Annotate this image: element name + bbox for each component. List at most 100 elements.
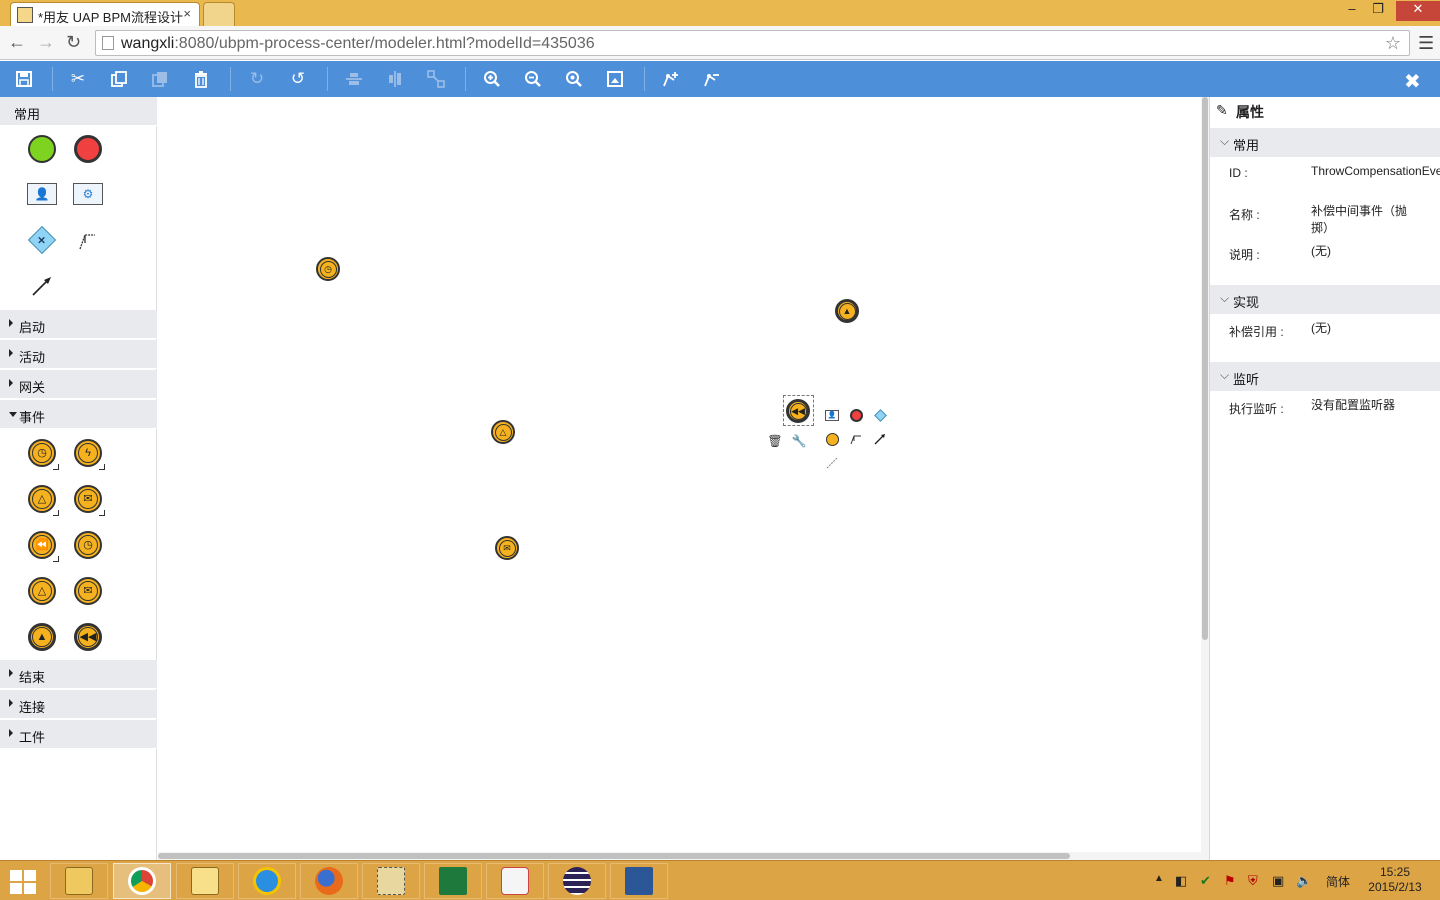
delete-icon[interactable] — [188, 67, 214, 91]
palette-group-artifact[interactable]: 工件 — [0, 720, 157, 749]
taskbar-java[interactable] — [486, 863, 544, 899]
signal-catch-event-tool[interactable]: △ — [25, 482, 59, 516]
canvas-horizontal-scrollbar[interactable] — [158, 852, 1201, 860]
signal-intermediate-event-tool[interactable]: △ — [25, 574, 59, 608]
append-connection-icon[interactable] — [848, 431, 864, 447]
append-user-task-icon[interactable]: 👤 — [824, 407, 840, 423]
cut-icon[interactable]: ✂ — [65, 67, 91, 91]
redo-icon[interactable]: ↻ — [244, 67, 270, 91]
browser-menu-icon[interactable]: ☰ — [1418, 33, 1434, 54]
start-button[interactable] — [10, 870, 36, 894]
service-task-tool[interactable]: ⚙ — [71, 177, 105, 211]
taskbar-clock[interactable]: 15:25 2015/2/13 — [1362, 865, 1428, 895]
start-event-tool[interactable] — [25, 132, 59, 166]
signal-throw-event-tool[interactable]: ▲ — [25, 620, 59, 654]
section-common[interactable]: ⌵ 常用 — [1210, 128, 1440, 157]
tray-flag-icon[interactable]: ⚑ — [1224, 873, 1236, 889]
save-icon[interactable] — [11, 67, 37, 91]
append-intermediate-event-icon[interactable] — [824, 431, 840, 447]
same-size-icon[interactable] — [423, 67, 449, 91]
remove-bendpoint-icon[interactable] — [699, 67, 725, 91]
tray-ime-label[interactable]: 简体 — [1326, 873, 1350, 890]
prop-comp-ref-value[interactable]: (无) — [1311, 320, 1440, 337]
compensation-throw-event-tool[interactable]: ◀◀ — [71, 620, 105, 654]
canvas-vertical-scrollbar[interactable] — [1201, 97, 1209, 860]
error-catch-event-tool[interactable]: ϟ — [71, 436, 105, 470]
align-vertical-icon[interactable] — [341, 67, 367, 91]
append-sequence-flow-icon[interactable] — [872, 431, 888, 447]
bookmark-star-icon[interactable]: ☆ — [1385, 33, 1401, 54]
append-association-icon[interactable] — [824, 455, 840, 471]
taskbar-ie[interactable] — [238, 863, 296, 899]
tray-shield-icon[interactable]: ⛨ — [1248, 873, 1258, 889]
palette-group-gateway[interactable]: 网关 — [0, 370, 157, 399]
zoom-in-icon[interactable] — [479, 67, 505, 91]
timer-intermediate-event-tool[interactable]: ◷ — [71, 528, 105, 562]
paste-icon[interactable] — [147, 67, 173, 91]
taskbar-mail[interactable] — [176, 863, 234, 899]
section-implementation[interactable]: ⌵ 实现 — [1210, 285, 1440, 314]
browser-tab-active[interactable]: *用友 UAP BPM流程设计 × — [10, 2, 200, 26]
prop-desc-value[interactable]: (无) — [1311, 243, 1440, 260]
taskbar-excel[interactable] — [424, 863, 482, 899]
zoom-out-icon[interactable] — [520, 67, 546, 91]
back-arrow-icon[interactable]: ← — [8, 32, 26, 53]
process-canvas[interactable]: ◷ ▲ △ ✉ ◀◀ 👤 🗑 🔧 — [158, 97, 1201, 860]
prop-exec-listener-value[interactable]: 没有配置监听器 — [1311, 397, 1440, 414]
taskbar-firefox[interactable] — [300, 863, 358, 899]
compensation-throw-event-node[interactable]: ◀◀ — [786, 399, 810, 423]
palette-group-event[interactable]: 事件 — [0, 400, 157, 429]
timer-event-node[interactable]: ◷ — [316, 257, 340, 281]
reload-icon[interactable]: ↻ — [66, 32, 81, 53]
section-listener[interactable]: ⌵ 监听 — [1210, 362, 1440, 391]
maximize-window-button[interactable]: ❐ — [1364, 1, 1392, 21]
url-input[interactable]: wangxli:8080/ubpm-process-center/modeler… — [95, 30, 1410, 56]
copy-icon[interactable] — [106, 67, 132, 91]
undo-icon[interactable]: ↺ — [285, 67, 311, 91]
end-event-tool[interactable] — [71, 132, 105, 166]
delete-node-icon[interactable]: 🗑 — [767, 433, 783, 449]
user-task-tool[interactable]: 👤 — [25, 177, 59, 211]
tray-app-icon[interactable]: ◧ — [1175, 873, 1187, 889]
palette-group-end[interactable]: 结束 — [0, 660, 157, 689]
exclusive-gateway-tool[interactable]: × — [25, 223, 59, 257]
close-window-button[interactable]: ✕ — [1396, 1, 1440, 21]
morph-wrench-icon[interactable]: 🔧 — [791, 433, 807, 449]
message-event-node[interactable]: ✉ — [495, 536, 519, 560]
palette-group-start[interactable]: 启动 — [0, 310, 157, 339]
forward-arrow-icon[interactable]: → — [37, 32, 55, 53]
signal-event-node[interactable]: △ — [491, 420, 515, 444]
signal-throw-event-node[interactable]: ▲ — [835, 299, 859, 323]
zoom-actual-icon[interactable] — [561, 67, 587, 91]
close-modeler-button[interactable]: ✖ — [1404, 69, 1421, 94]
taskbar-tool[interactable] — [362, 863, 420, 899]
new-tab-button[interactable] — [203, 2, 235, 26]
taskbar-word[interactable] — [610, 863, 668, 899]
tray-volume-icon[interactable]: 🔈 — [1296, 873, 1312, 889]
message-intermediate-event-tool[interactable]: ✉ — [71, 574, 105, 608]
taskbar-chrome[interactable] — [113, 863, 171, 899]
append-end-event-icon[interactable] — [848, 407, 864, 423]
palette-group-connection[interactable]: 连接 — [0, 690, 157, 719]
taskbar-explorer[interactable] — [50, 863, 108, 899]
tab-close-icon[interactable]: × — [183, 6, 191, 21]
message-catch-event-tool[interactable]: ✉ — [71, 482, 105, 516]
properties-panel: ✎ 属性 ⌵ 常用 ID : ThrowCompensationEvent...… — [1209, 97, 1440, 860]
tray-expand-icon[interactable]: ▲ — [1154, 873, 1164, 884]
minimize-window-button[interactable]: – — [1338, 1, 1366, 21]
add-bendpoint-icon[interactable] — [658, 67, 684, 91]
taskbar-eclipse[interactable] — [548, 863, 606, 899]
tray-network-icon[interactable]: ▣ — [1272, 873, 1284, 889]
prop-name-value[interactable]: 补偿中间事件（抛掷） — [1311, 203, 1421, 237]
zoom-fit-icon[interactable] — [602, 67, 628, 91]
connection-tool[interactable] — [71, 223, 105, 257]
append-gateway-icon[interactable] — [872, 407, 888, 423]
compensation-catch-event-tool[interactable]: ⏪ — [25, 528, 59, 562]
palette-group-common[interactable]: 常用 — [0, 97, 157, 126]
palette-group-activity[interactable]: 活动 — [0, 340, 157, 369]
tray-green-icon[interactable]: ✔ — [1200, 873, 1211, 889]
prop-id-value[interactable]: ThrowCompensationEvent... — [1311, 163, 1440, 197]
timer-catch-event-tool[interactable]: ◷ — [25, 436, 59, 470]
sequence-flow-tool[interactable] — [25, 269, 59, 303]
align-horizontal-icon[interactable] — [382, 67, 408, 91]
